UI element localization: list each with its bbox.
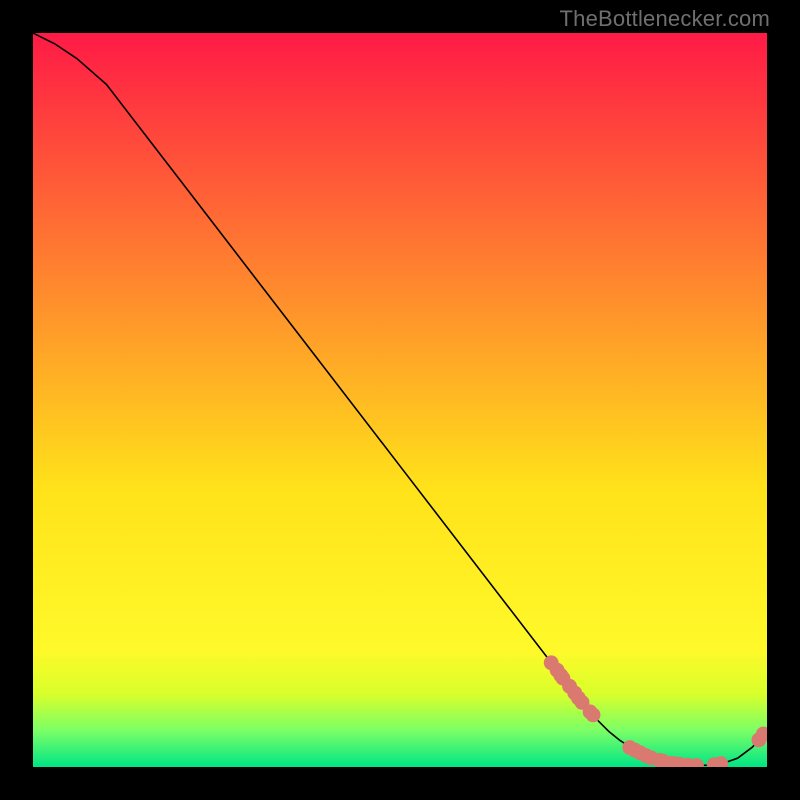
- curve-dot: [586, 707, 601, 722]
- chart-stage: TheBottlenecker.com: [0, 0, 800, 800]
- watermark-text: TheBottlenecker.com: [560, 6, 770, 32]
- gradient-background: [33, 33, 767, 767]
- plot-area: [33, 33, 767, 767]
- bottleneck-chart: [33, 33, 767, 767]
